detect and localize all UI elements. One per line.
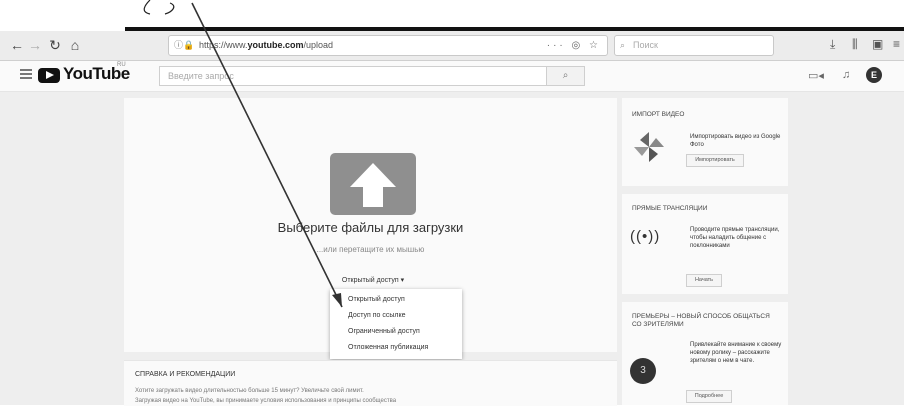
annotation-arrow bbox=[143, 0, 343, 308]
